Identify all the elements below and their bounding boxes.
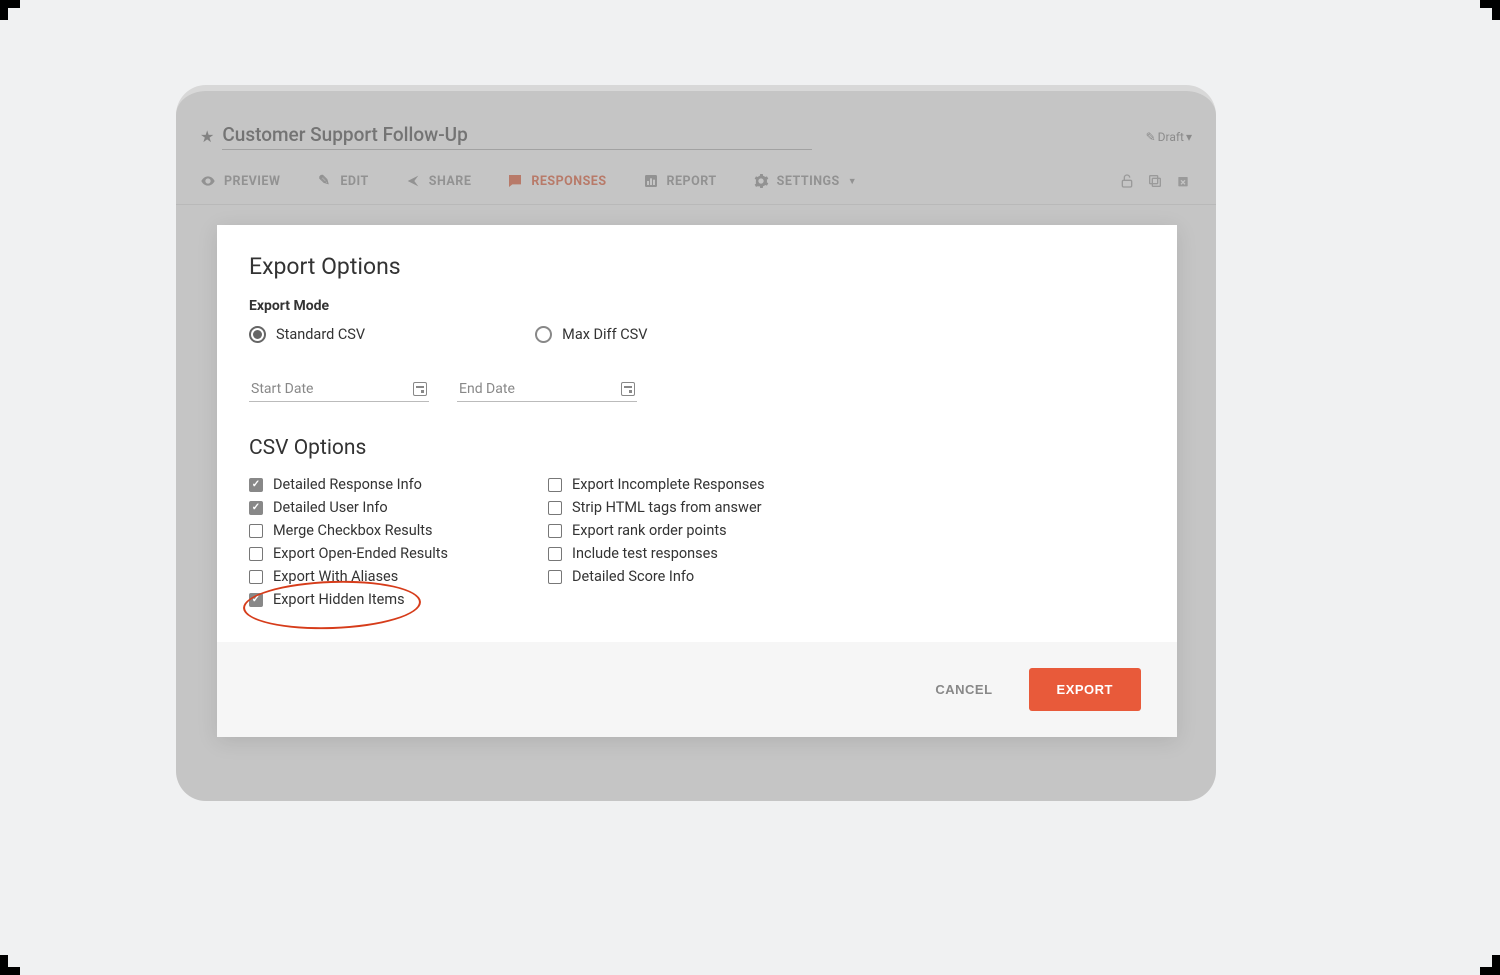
export-mode-label: Export Mode (249, 298, 1145, 314)
delete-icon[interactable] (1174, 172, 1192, 190)
star-icon[interactable]: ★ (200, 127, 214, 146)
checkbox-label: Export With Aliases (273, 568, 398, 585)
tab-label: EDIT (340, 174, 368, 189)
tab-label: REPORT (667, 174, 717, 189)
tab-report[interactable]: REPORT (643, 173, 717, 189)
radio-label: Max Diff CSV (562, 326, 647, 343)
checkbox-icon (249, 593, 263, 607)
radio-standard-csv[interactable]: Standard CSV (249, 326, 365, 343)
csv-left-option-5[interactable]: Export Hidden Items (249, 591, 448, 608)
status-badge[interactable]: ✎ Draft ▾ (1146, 130, 1192, 144)
chevron-down-icon: ▼ (848, 176, 857, 187)
checkbox-icon (548, 501, 562, 515)
unlock-icon[interactable] (1118, 172, 1136, 190)
calendar-icon (621, 382, 635, 396)
chart-icon (643, 173, 659, 189)
tab-label: PREVIEW (224, 174, 280, 189)
checkbox-icon (548, 547, 562, 561)
csv-right-option-3[interactable]: Include test responses (548, 545, 765, 562)
tab-share[interactable]: SHARE (405, 173, 472, 189)
start-date-field[interactable]: Start Date (249, 377, 429, 402)
tab-preview[interactable]: PREVIEW (200, 173, 280, 189)
main-toolbar: PREVIEW ✎ EDIT SHARE RESPONSES REPORT (176, 158, 1216, 205)
tab-responses[interactable]: RESPONSES (507, 173, 606, 189)
calendar-icon (413, 382, 427, 396)
csv-options-title: CSV Options (249, 436, 1145, 460)
csv-right-option-1[interactable]: Strip HTML tags from answer (548, 499, 765, 516)
end-date-field[interactable]: End Date (457, 377, 637, 402)
checkbox-label: Export Hidden Items (273, 591, 405, 608)
status-label: Draft (1158, 130, 1184, 144)
gear-icon (753, 173, 769, 189)
csv-right-option-2[interactable]: Export rank order points (548, 522, 765, 539)
csv-left-option-4[interactable]: Export With Aliases (249, 568, 448, 585)
tab-label: SHARE (429, 174, 472, 189)
checkbox-label: Export Incomplete Responses (572, 476, 765, 493)
checkbox-icon (548, 524, 562, 538)
pencil-icon: ✎ (316, 173, 332, 189)
checkbox-label: Detailed User Info (273, 499, 388, 516)
checkbox-icon (548, 478, 562, 492)
checkbox-label: Merge Checkbox Results (273, 522, 433, 539)
checkbox-label: Detailed Response Info (273, 476, 422, 493)
csv-left-option-3[interactable]: Export Open-Ended Results (249, 545, 448, 562)
radio-icon (535, 326, 552, 343)
page-title[interactable]: Customer Support Follow-Up (222, 123, 812, 150)
checkbox-label: Export Open-Ended Results (273, 545, 448, 562)
csv-left-option-2[interactable]: Merge Checkbox Results (249, 522, 448, 539)
cancel-button[interactable]: CANCEL (935, 682, 992, 697)
modal-footer: CANCEL EXPORT (217, 642, 1177, 737)
tab-settings[interactable]: SETTINGS ▼ (753, 173, 858, 189)
tab-label: SETTINGS (777, 174, 840, 189)
csv-left-option-1[interactable]: Detailed User Info (249, 499, 448, 516)
chevron-down-icon: ▾ (1186, 130, 1192, 144)
radio-icon (249, 326, 266, 343)
checkbox-label: Include test responses (572, 545, 718, 562)
eye-icon (200, 173, 216, 189)
tab-label: RESPONSES (531, 174, 606, 189)
checkbox-icon (249, 524, 263, 538)
copy-icon[interactable] (1146, 172, 1164, 190)
checkbox-icon (249, 570, 263, 584)
checkbox-label: Export rank order points (572, 522, 727, 539)
responses-icon (507, 173, 523, 189)
share-icon (405, 173, 421, 189)
export-modal: Export Options Export Mode Standard CSV … (217, 225, 1177, 737)
checkbox-icon (249, 478, 263, 492)
checkbox-icon (548, 570, 562, 584)
radio-label: Standard CSV (276, 326, 365, 343)
page-header: ★ Customer Support Follow-Up ✎ Draft ▾ (176, 111, 1216, 158)
date-placeholder: End Date (459, 381, 515, 397)
checkbox-label: Detailed Score Info (572, 568, 694, 585)
csv-right-option-4[interactable]: Detailed Score Info (548, 568, 765, 585)
toolbar-actions (1118, 172, 1192, 190)
checkbox-icon (249, 547, 263, 561)
export-button[interactable]: EXPORT (1029, 668, 1141, 711)
csv-right-option-0[interactable]: Export Incomplete Responses (548, 476, 765, 493)
checkbox-icon (249, 501, 263, 515)
checkbox-label: Strip HTML tags from answer (572, 499, 762, 516)
csv-left-option-0[interactable]: Detailed Response Info (249, 476, 448, 493)
modal-title: Export Options (249, 253, 1145, 280)
radio-maxdiff-csv[interactable]: Max Diff CSV (535, 326, 647, 343)
date-placeholder: Start Date (251, 381, 313, 397)
tab-edit[interactable]: ✎ EDIT (316, 173, 368, 189)
pencil-icon: ✎ (1146, 130, 1156, 144)
